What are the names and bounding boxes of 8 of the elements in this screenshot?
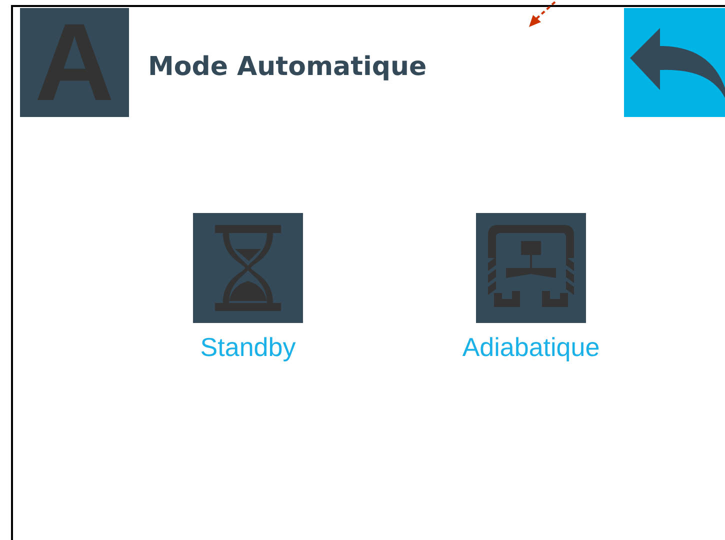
mode-button[interactable]: Standby (158, 213, 338, 364)
mode-button[interactable]: Adiabatique (441, 213, 621, 364)
cooling-unit-icon (476, 213, 586, 323)
hourglass-icon (193, 213, 303, 323)
back-arrow-icon (630, 28, 725, 98)
annotation-arrow (527, 0, 557, 28)
page-title: Mode Automatique (148, 51, 427, 84)
back-button[interactable] (624, 8, 725, 117)
